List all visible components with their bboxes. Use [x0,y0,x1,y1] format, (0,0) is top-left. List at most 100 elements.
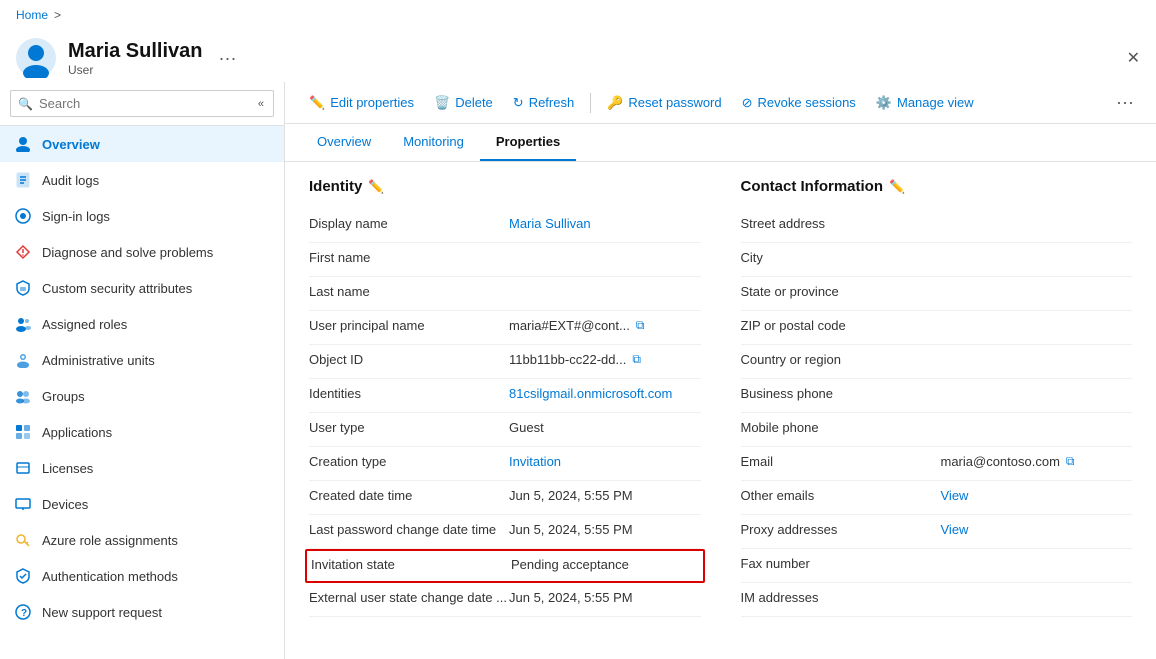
sidebar-item-admin-units[interactable]: Administrative units [0,342,284,378]
main-layout: 🔍 « Overview Audit logs Sign-in logs [0,82,1156,659]
avatar [16,38,56,78]
sidebar-item-groups[interactable]: Groups [0,378,284,414]
sidebar-label-azure-roles: Azure role assignments [42,533,178,548]
contact-section: Contact Information ✏️ Street address Ci… [741,178,1133,643]
sidebar-item-sign-in-logs[interactable]: Sign-in logs [0,198,284,234]
tab-overview[interactable]: Overview [301,124,387,161]
prop-zip: ZIP or postal code [741,311,1133,345]
support-icon: ? [14,603,32,621]
prop-value-external-state-date: Jun 5, 2024, 5:55 PM [509,590,701,605]
manage-view-button[interactable]: ⚙️ Manage view [868,91,982,115]
prop-other-emails: Other emails View [741,481,1133,515]
prop-label-identities: Identities [309,386,509,401]
toolbar: ✏️ Edit properties 🗑️ Delete ↻ Refresh 🔑… [285,82,1156,124]
prop-label-object-id: Object ID [309,352,509,367]
prop-value-invitation-state: Pending acceptance [511,557,699,572]
prop-state: State or province [741,277,1133,311]
prop-user-type: User type Guest [309,413,701,447]
sidebar-item-auth-methods[interactable]: Authentication methods [0,558,284,594]
revoke-sessions-button[interactable]: ⊘ Revoke sessions [734,91,864,115]
licenses-icon [14,459,32,477]
prop-label-last-pwd: Last password change date time [309,522,509,537]
prop-mobile: Mobile phone [741,413,1133,447]
sidebar-label-groups: Groups [42,389,85,404]
search-input[interactable] [10,90,274,117]
email-text: maria@contoso.com [941,454,1060,469]
prop-label-proxy: Proxy addresses [741,522,941,537]
sidebar-item-licenses[interactable]: Licenses [0,450,284,486]
sidebar-label-new-support: New support request [42,605,162,620]
lock-icon: 🔑 [607,95,623,111]
roles-icon [14,315,32,333]
sidebar-item-custom-security[interactable]: Custom security attributes [0,270,284,306]
prop-label-mobile: Mobile phone [741,420,941,435]
person-icon [14,135,32,153]
edit-label: Edit properties [330,95,414,110]
prop-label-creation-type: Creation type [309,454,509,469]
prop-im: IM addresses [741,583,1133,617]
sidebar-label-assigned-roles: Assigned roles [42,317,127,332]
prop-value-proxy[interactable]: View [941,522,1133,537]
identity-section: Identity ✏️ Display name Maria Sullivan … [309,178,701,643]
breadcrumb: Home > [16,8,61,22]
sidebar-item-diagnose[interactable]: Diagnose and solve problems [0,234,284,270]
audit-icon [14,171,32,189]
copy-upn-icon[interactable]: ⧉ [636,318,645,333]
prop-value-identities[interactable]: 81csilgmail.onmicrosoft.com [509,386,701,401]
sidebar-label-applications: Applications [42,425,112,440]
prop-display-name: Display name Maria Sullivan [309,209,701,243]
prop-label-im: IM addresses [741,590,941,605]
object-id-text: 11bb11bb-cc22-dd... [509,352,626,367]
tab-monitoring[interactable]: Monitoring [387,124,480,161]
sidebar-item-azure-roles[interactable]: Azure role assignments [0,522,284,558]
prop-value-creation-type[interactable]: Invitation [509,454,701,469]
prop-label-user-type: User type [309,420,509,435]
prop-value-other-emails[interactable]: View [941,488,1133,503]
prop-label-first-name: First name [309,250,509,265]
breadcrumb-home[interactable]: Home [16,8,48,22]
sidebar-item-audit-logs[interactable]: Audit logs [0,162,284,198]
collapse-button[interactable]: « [258,98,264,110]
contact-edit-icon[interactable]: ✏️ [889,179,905,195]
sidebar-item-new-support[interactable]: ? New support request [0,594,284,630]
prop-value-last-pwd: Jun 5, 2024, 5:55 PM [509,522,701,537]
groups-icon [14,387,32,405]
prop-creation-type: Creation type Invitation [309,447,701,481]
copy-object-id-icon[interactable]: ⧉ [632,352,641,367]
identity-title-text: Identity [309,178,362,195]
tab-properties[interactable]: Properties [480,124,576,161]
sidebar-search-bar: 🔍 « [0,82,284,126]
user-header: Maria Sullivan User ··· ✕ [0,30,1156,82]
sidebar-item-overview[interactable]: Overview [0,126,284,162]
refresh-button[interactable]: ↻ Refresh [505,91,582,115]
apps-icon [14,423,32,441]
close-button[interactable]: ✕ [1127,48,1140,68]
auth-icon [14,567,32,585]
shield-icon [14,279,32,297]
prop-label-other-emails: Other emails [741,488,941,503]
admin-icon [14,351,32,369]
toolbar-divider [590,93,591,113]
prop-value-display-name[interactable]: Maria Sullivan [509,216,701,231]
sidebar-label-diagnose: Diagnose and solve problems [42,245,213,260]
prop-street: Street address [741,209,1133,243]
content-area: ✏️ Edit properties 🗑️ Delete ↻ Refresh 🔑… [285,82,1156,659]
sidebar-item-applications[interactable]: Applications [0,414,284,450]
reset-password-button[interactable]: 🔑 Reset password [599,91,729,115]
copy-email-icon[interactable]: ⧉ [1066,454,1075,469]
toolbar-more-button[interactable]: ··· [1110,90,1140,115]
sidebar-item-assigned-roles[interactable]: Assigned roles [0,306,284,342]
user-ellipsis-button[interactable]: ··· [219,48,237,69]
sidebar-label-overview: Overview [42,137,100,152]
sidebar-label-sign-in-logs: Sign-in logs [42,209,110,224]
sidebar-item-devices[interactable]: Devices [0,486,284,522]
prop-label-state: State or province [741,284,941,299]
prop-value-upn: maria#EXT#@cont... ⧉ [509,318,701,333]
search-icon: 🔍 [18,97,33,111]
edit-properties-button[interactable]: ✏️ Edit properties [301,91,422,115]
refresh-icon: ↻ [513,95,524,111]
prop-value-created-dt: Jun 5, 2024, 5:55 PM [509,488,701,503]
prop-label-created-dt: Created date time [309,488,509,503]
identity-edit-icon[interactable]: ✏️ [368,179,384,195]
delete-button[interactable]: 🗑️ Delete [426,91,501,115]
